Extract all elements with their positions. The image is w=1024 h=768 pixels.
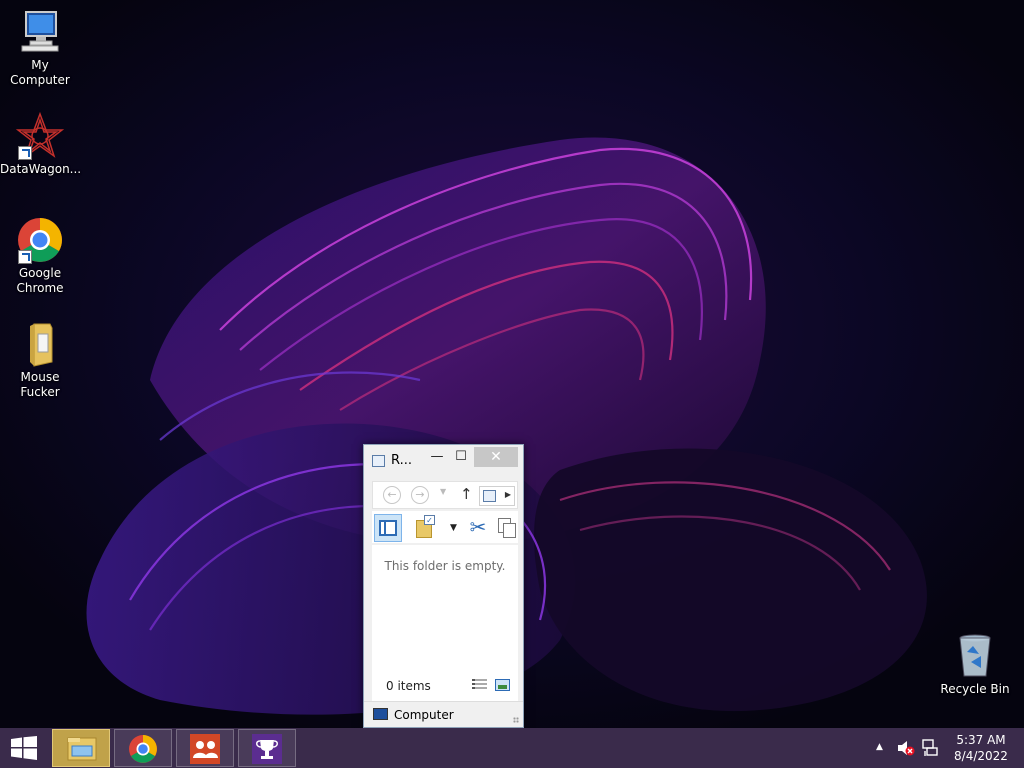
empty-folder-message: This folder is empty.: [384, 559, 506, 573]
system-clock[interactable]: 5:37 AM 8/4/2022: [946, 732, 1016, 764]
explorer-window[interactable]: R... — ☐ ✕ ← → ▼ ↑ ▶ ✓ ▼ ✂ This folder i…: [363, 444, 524, 728]
address-folder-icon: [483, 490, 496, 502]
desktop-icon-mouse-fucker[interactable]: Mouse Fucker: [0, 320, 80, 400]
folder-window-icon: [372, 455, 385, 467]
checkmark-icon: ✓: [424, 515, 435, 525]
volume-muted-icon[interactable]: [897, 740, 915, 756]
file-explorer-icon: [67, 737, 97, 761]
start-button[interactable]: [10, 736, 38, 760]
clock-date: 8/4/2022: [954, 749, 1008, 763]
forward-button[interactable]: →: [411, 486, 429, 504]
taskbar-google-chrome[interactable]: [114, 729, 172, 767]
desktop-icon-label: Recycle Bin: [940, 682, 1010, 696]
navigation-pane-button[interactable]: [374, 514, 402, 542]
clock-time: 5:37 AM: [956, 733, 1006, 747]
back-button[interactable]: ←: [383, 486, 401, 504]
desktop-icon-datawagon[interactable]: DataWagon...: [0, 111, 82, 177]
desktop-icon-label: My Computer: [10, 58, 70, 87]
navigation-bar: ← → ▼ ↑ ▶: [372, 481, 518, 509]
address-bar[interactable]: ▶: [479, 486, 515, 506]
properties-button[interactable]: ✓: [412, 514, 440, 542]
location-label: Computer: [394, 708, 454, 722]
desktop-icon-google-chrome[interactable]: Google Chrome: [0, 216, 80, 296]
trophy-icon: [252, 734, 282, 764]
desktop-icon-label: Mouse Fucker: [20, 370, 60, 399]
taskbar-file-explorer[interactable]: [52, 729, 110, 767]
desktop-icon-label: Google Chrome: [16, 266, 64, 295]
desktop-icon-my-computer[interactable]: My Computer: [0, 8, 80, 88]
location-bar: Computer: [364, 701, 523, 727]
window-title: R...: [391, 453, 412, 468]
windows-logo-icon: [11, 736, 37, 760]
chrome-icon: [129, 735, 157, 763]
cut-button[interactable]: ✂: [464, 514, 492, 542]
details-view-icon[interactable]: [472, 679, 487, 691]
taskbar-people-app[interactable]: [176, 729, 234, 767]
taskbar-trophy-app[interactable]: [238, 729, 296, 767]
computer-icon: [16, 8, 64, 56]
copy-button[interactable]: [494, 514, 522, 542]
recycle-bin-icon: [951, 632, 999, 680]
taskbar: ▲ 5:37 AM 8/4/2022: [0, 728, 1024, 768]
item-count: 0 items: [386, 679, 431, 693]
window-titlebar[interactable]: R... — ☐ ✕: [364, 445, 523, 475]
folder-content-area[interactable]: This folder is empty. 0 items: [372, 545, 518, 701]
show-hidden-icons-button[interactable]: ▲: [876, 742, 883, 752]
desktop-icon-recycle-bin[interactable]: Recycle Bin: [935, 632, 1015, 697]
ribbon-toolbar: ✓ ▼ ✂: [372, 511, 518, 543]
folder-icon: [16, 320, 64, 368]
maximize-button[interactable]: ☐: [450, 447, 472, 467]
shortcut-arrow-icon: [18, 146, 32, 160]
computer-icon: [373, 708, 388, 720]
close-button[interactable]: ✕: [474, 447, 518, 467]
desktop-icon-label: DataWagon...: [0, 162, 82, 176]
network-icon[interactable]: [922, 739, 938, 757]
shortcut-arrow-icon: [18, 250, 32, 264]
pane-icon: [379, 520, 397, 536]
people-icon: [190, 734, 220, 764]
chevron-right-icon[interactable]: ▶: [505, 490, 511, 499]
datawagon-icon: [15, 111, 65, 160]
large-icons-view-icon[interactable]: [495, 679, 510, 691]
chrome-icon: [16, 216, 64, 264]
chevron-down-icon[interactable]: ▼: [450, 523, 457, 533]
resize-grip-icon[interactable]: [513, 717, 519, 723]
recent-locations-dropdown[interactable]: ▼: [440, 487, 446, 496]
minimize-button[interactable]: —: [426, 447, 448, 467]
up-button[interactable]: ↑: [460, 485, 473, 503]
